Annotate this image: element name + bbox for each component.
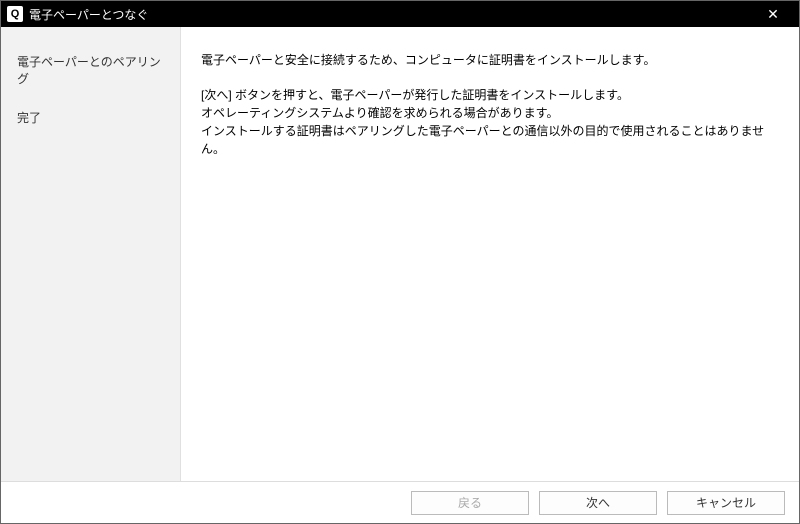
- main-intro-text: 電子ペーパーと安全に接続するため、コンピュータに証明書をインストールします。: [201, 51, 779, 68]
- content-area: 電子ペーパーとのペアリング 完了 電子ペーパーと安全に接続するため、コンピュータ…: [1, 27, 799, 481]
- close-icon[interactable]: ✕: [753, 1, 793, 27]
- titlebar: Q 電子ペーパーとつなぐ ✕: [1, 1, 799, 27]
- main-line-3: インストールする証明書はペアリングした電子ペーパーとの通信以外の目的で使用される…: [201, 124, 764, 156]
- main-line-2: オペレーティングシステムより確認を求められる場合があります。: [201, 106, 558, 120]
- sidebar: 電子ペーパーとのペアリング 完了: [1, 27, 181, 481]
- app-icon: Q: [7, 6, 23, 22]
- window-title: 電子ペーパーとつなぐ: [29, 6, 753, 23]
- cancel-button[interactable]: キャンセル: [667, 491, 785, 515]
- sidebar-item-done: 完了: [13, 103, 168, 132]
- sidebar-item-pairing: 電子ペーパーとのペアリング: [13, 47, 168, 93]
- back-button: 戻る: [411, 491, 529, 515]
- footer: 戻る 次へ キャンセル: [1, 481, 799, 523]
- main-panel: 電子ペーパーと安全に接続するため、コンピュータに証明書をインストールします。 […: [181, 27, 799, 481]
- main-line-1: [次へ] ボタンを押すと、電子ペーパーが発行した証明書をインストールします。: [201, 88, 629, 102]
- main-detail-text: [次へ] ボタンを押すと、電子ペーパーが発行した証明書をインストールします。 オ…: [201, 86, 779, 158]
- next-button[interactable]: 次へ: [539, 491, 657, 515]
